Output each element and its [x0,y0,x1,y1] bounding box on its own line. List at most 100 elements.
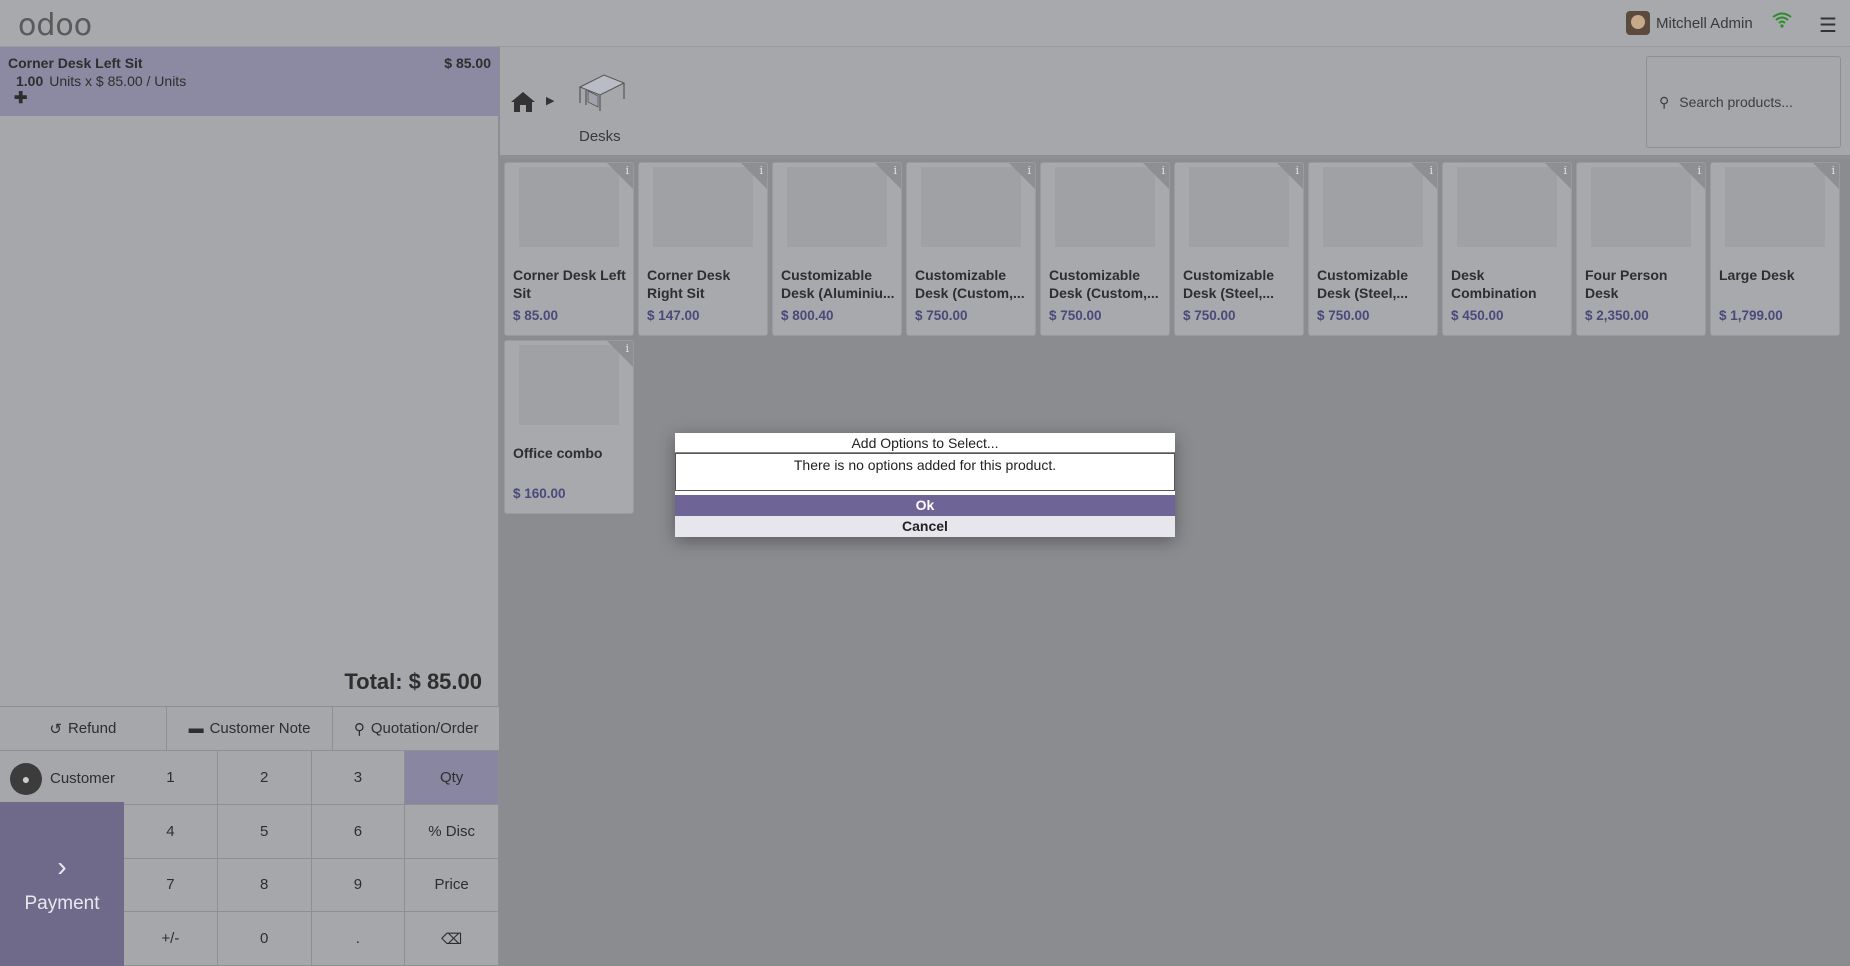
undo-icon: ↺ [49,720,62,738]
numpad-mode-discount[interactable]: % Disc [405,804,499,859]
product-card[interactable]: i Customizable Desk (Custom,... $ 750.00 [906,162,1036,336]
order-line-qty-value: 1.00 [16,73,44,89]
product-card[interactable]: i Four Person Desk $ 2,350.00 [1576,162,1706,336]
info-glyph: i [759,164,763,177]
product-card[interactable]: i Office combo $ 160.00 [504,340,634,514]
product-price: $ 750.00 [915,308,968,323]
numpad-key-plus-minus[interactable]: +/- [124,912,218,966]
product-card[interactable]: i Customizable Desk (Custom,... $ 750.00 [1040,162,1170,336]
order-line-price: $ 85.00 [444,55,491,71]
product-name: Large Desk [1719,267,1795,283]
product-image [653,167,753,247]
numpad-key-1[interactable]: 1 [124,751,218,805]
info-glyph: i [1429,164,1433,177]
breadcrumb: ▶ Desks ⚲ Search products... [500,47,1850,159]
control-buttons: ↺ Refund ▬ Customer Note ⚲ Quotation/Order [0,706,500,751]
product-card[interactable]: i Large Desk $ 1,799.00 [1710,162,1840,336]
total-label: Total: [344,669,403,694]
product-name: Corner Desk Right Sit [647,267,731,301]
product-card[interactable]: i Desk Combination $ 450.00 [1442,162,1572,336]
customer-note-button[interactable]: ▬ Customer Note [166,707,334,750]
product-image [519,345,619,425]
order-line-qty: 1.00 Units x $ 85.00 / Units [16,73,186,89]
search-icon: ⚲ [1659,93,1670,110]
add-note-icon[interactable]: ✚ [14,88,27,108]
product-image [1189,167,1289,247]
home-icon[interactable] [510,91,536,113]
refund-label: Refund [67,720,117,737]
product-card[interactable]: i Customizable Desk (Aluminiu... $ 800.4… [772,162,902,336]
info-icon[interactable] [875,163,901,189]
info-icon[interactable] [1545,163,1571,189]
product-price: $ 2,350.00 [1585,308,1649,323]
numpad-key-2[interactable]: 2 [217,751,312,805]
product-price: $ 800.40 [781,308,834,323]
product-image [1457,167,1557,247]
info-icon[interactable] [1679,163,1705,189]
numpad-key-4[interactable]: 4 [124,804,218,859]
info-icon[interactable] [1813,163,1839,189]
numpad-key-9[interactable]: 9 [311,858,406,913]
info-icon[interactable] [1009,163,1035,189]
customer-label: Customer [50,770,116,787]
product-image [1591,167,1691,247]
info-icon[interactable] [1277,163,1303,189]
hamburger-menu-icon[interactable]: ☰ [1819,13,1837,38]
order-total: Total: $ 85.00 [338,669,482,695]
quotation-order-button[interactable]: ⚲ Quotation/Order [333,707,500,750]
numpad-key-6[interactable]: 6 [311,804,406,859]
product-card[interactable]: i Customizable Desk (Steel,... $ 750.00 [1308,162,1438,336]
info-icon[interactable] [1143,163,1169,189]
product-name: Customizable Desk (Aluminiu... [781,267,895,301]
customer-button[interactable]: ● Customer [0,751,124,806]
info-icon[interactable] [607,341,633,367]
odoo-logo[interactable]: odoo [18,8,92,43]
product-name: Corner Desk Left Sit [513,267,626,301]
options-dialog: Add Options to Select... There is no opt… [675,433,1175,537]
product-card[interactable]: i Customizable Desk (Steel,... $ 750.00 [1174,162,1304,336]
numpad: 1 2 3 Qty 4 5 6 % Disc 7 8 9 Price +/- 0… [124,751,499,966]
info-icon[interactable] [1411,163,1437,189]
payment-button[interactable]: › Payment [0,802,124,966]
order-line-unit-detail: Units x $ 85.00 / Units [49,73,187,89]
info-glyph: i [1831,164,1835,177]
product-card[interactable]: i Corner Desk Left Sit $ 85.00 [504,162,634,336]
customer-note-label: Customer Note [209,720,311,737]
search-placeholder: Search products... [1679,94,1793,110]
numpad-mode-qty[interactable]: Qty [405,751,499,805]
product-name: Customizable Desk (Steel,... [1183,267,1275,301]
info-icon[interactable] [607,163,633,189]
product-price: $ 750.00 [1049,308,1102,323]
user-name: Mitchell Admin [1656,14,1753,32]
product-price: $ 147.00 [647,308,700,323]
numpad-key-decimal[interactable]: . [311,912,406,966]
top-bar: odoo Mitchell Admin ☰ [0,0,1850,47]
search-input[interactable]: ⚲ Search products... [1646,56,1841,148]
dialog-message: There is no options added for this produ… [675,453,1175,491]
backspace-icon[interactable]: ⌫ [405,912,499,966]
product-name: Four Person Desk [1585,267,1668,301]
caret-right-icon: ▶ [546,95,555,107]
numpad-mode-price[interactable]: Price [405,858,499,913]
info-glyph: i [1295,164,1299,177]
numpad-key-7[interactable]: 7 [124,858,218,913]
numpad-key-3[interactable]: 3 [311,751,406,805]
cancel-button[interactable]: Cancel [675,516,1175,537]
ok-button[interactable]: Ok [675,495,1175,516]
category-label[interactable]: Desks [579,128,621,145]
info-icon[interactable] [741,163,767,189]
numpad-key-5[interactable]: 5 [217,804,312,859]
payment-label: Payment [24,893,100,914]
info-glyph: i [1027,164,1031,177]
product-name: Desk Combination [1451,267,1537,301]
numpad-key-8[interactable]: 8 [217,858,312,913]
refund-button[interactable]: ↺ Refund [0,707,167,750]
product-price: $ 450.00 [1451,308,1504,323]
desk-category-image[interactable] [576,69,626,115]
avatar [1626,11,1650,35]
order-line[interactable]: Corner Desk Left Sit $ 85.00 1.00 Units x… [0,47,499,116]
user-menu[interactable]: Mitchell Admin [1626,11,1753,35]
product-card[interactable]: i Corner Desk Right Sit $ 147.00 [638,162,768,336]
numpad-key-0[interactable]: 0 [217,912,312,966]
product-image [519,167,619,247]
